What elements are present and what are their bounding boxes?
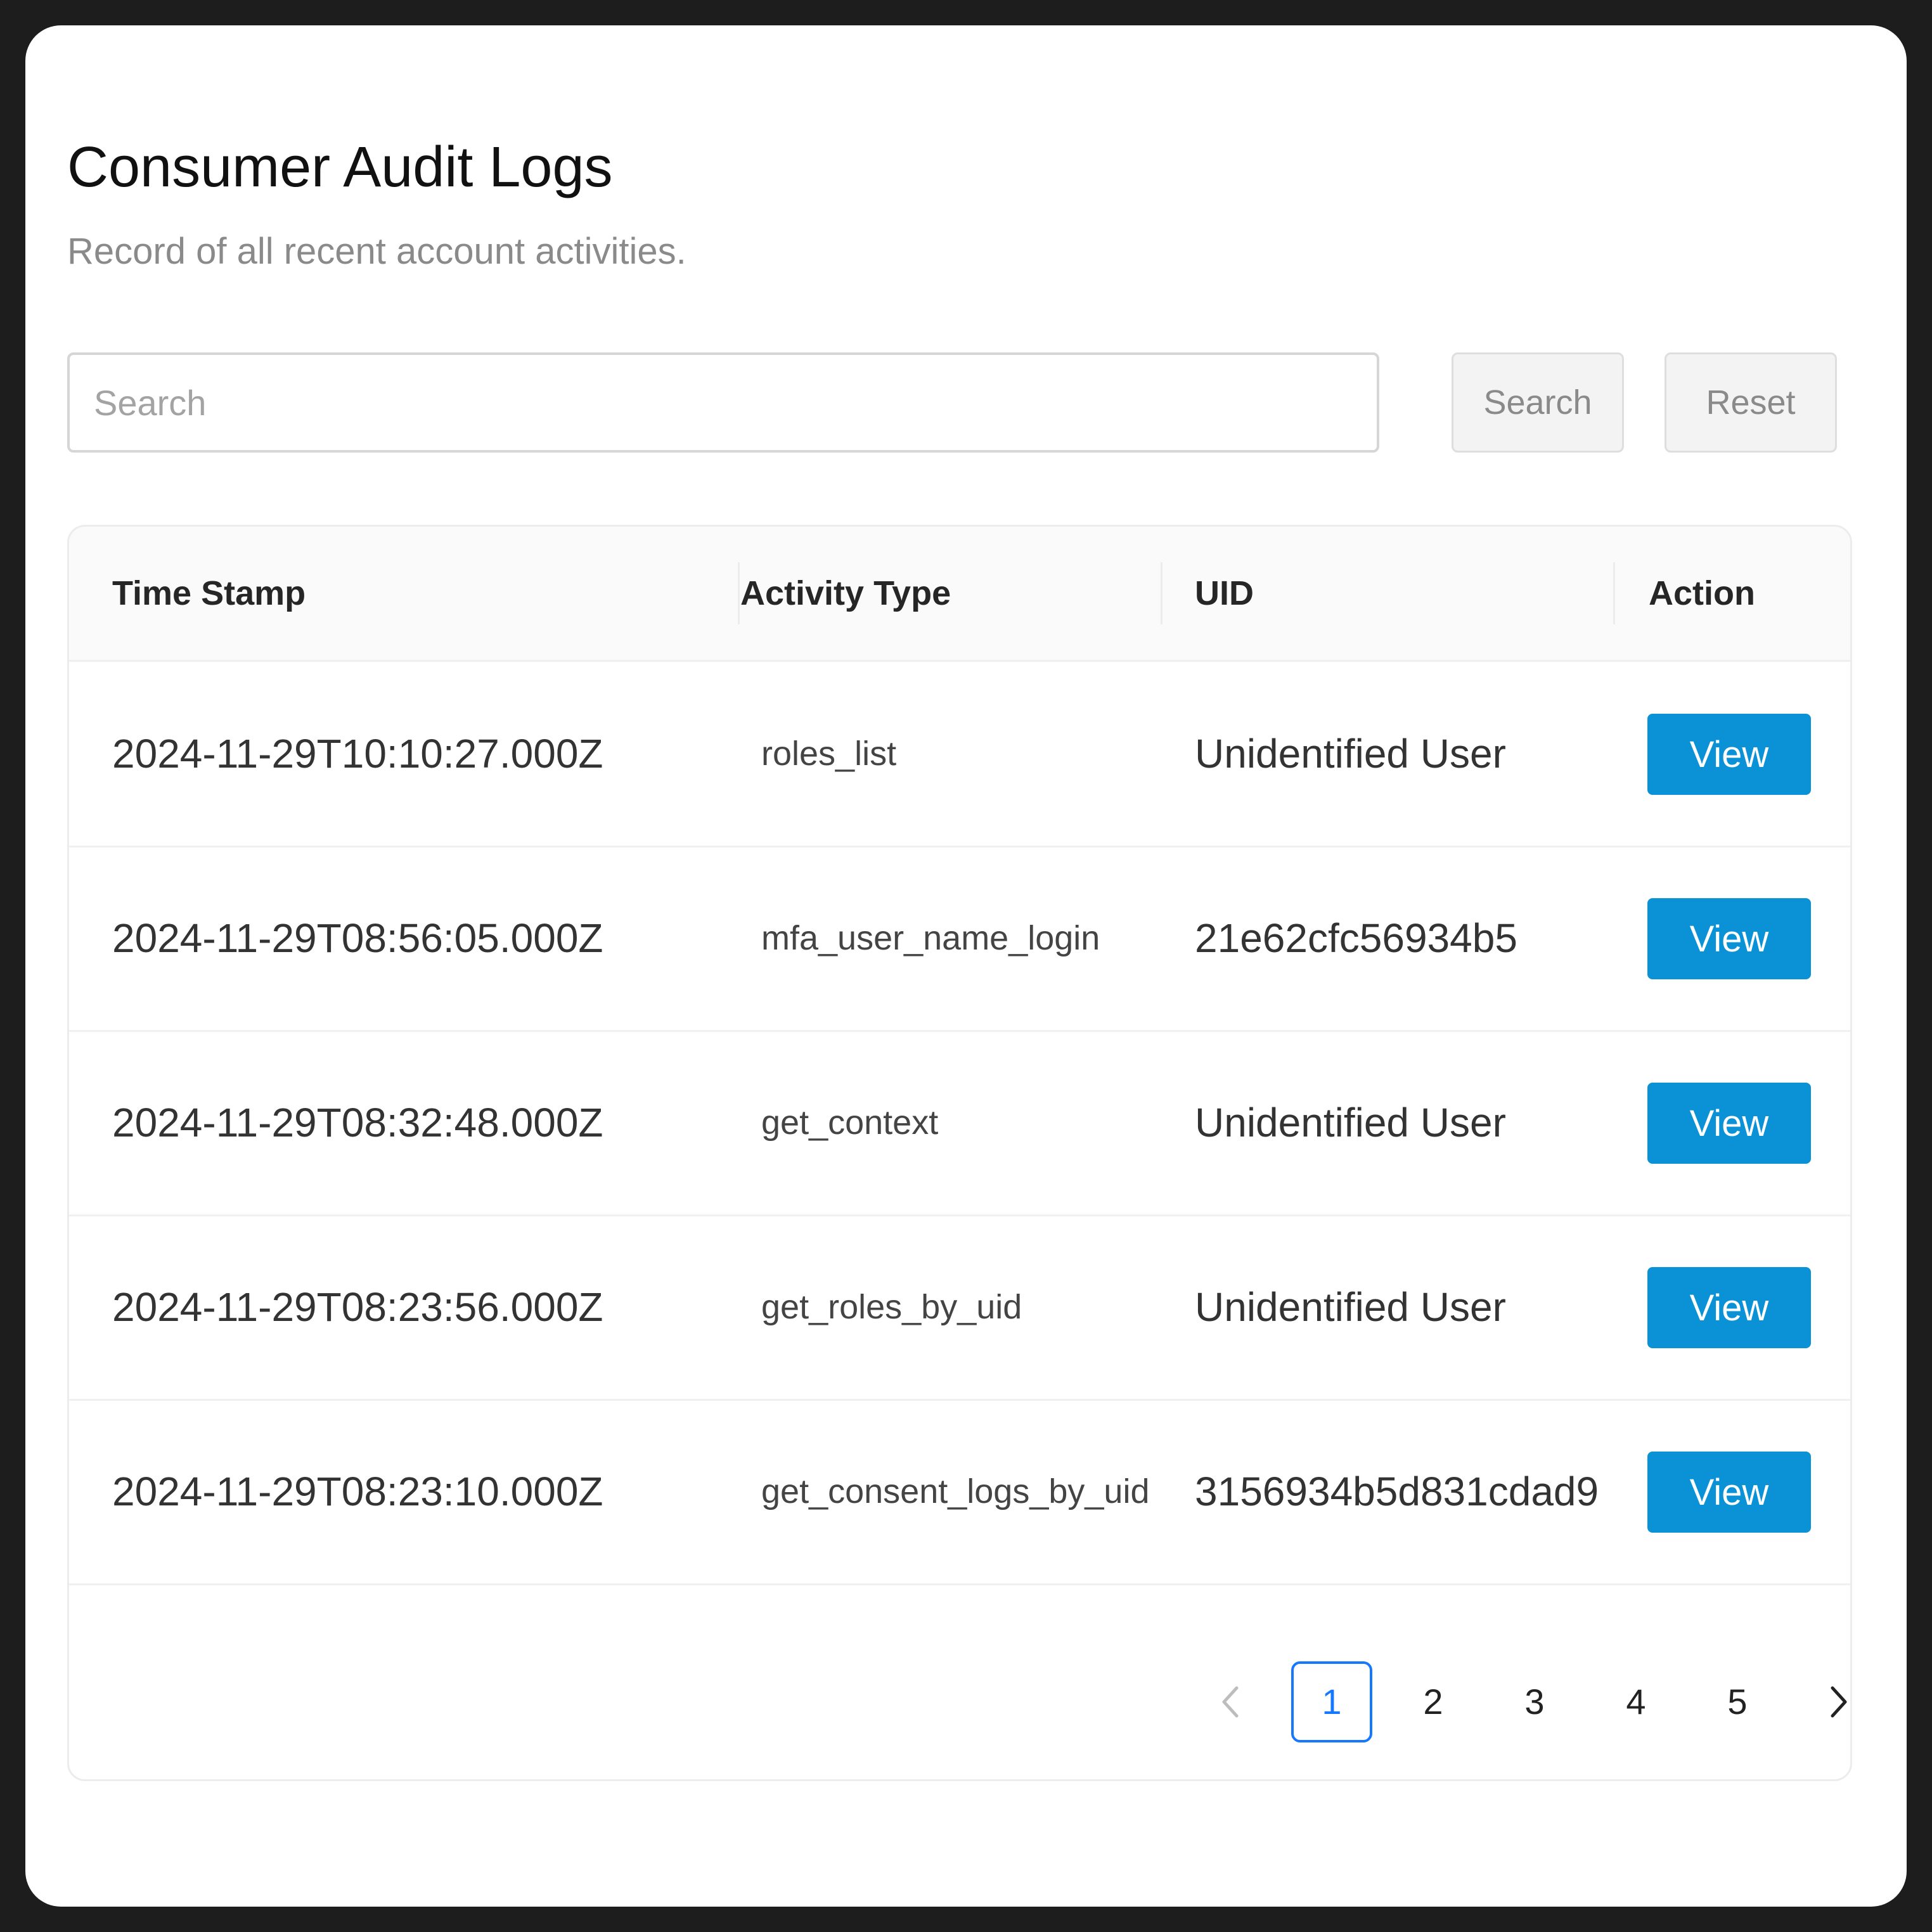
activity-type-cell: mfa_user_name_login xyxy=(761,919,1100,957)
search-input[interactable] xyxy=(67,352,1379,453)
activity-type-cell: get_context xyxy=(761,1104,939,1142)
activity-type-cell: roles_list xyxy=(761,735,897,773)
chevron-right-icon[interactable] xyxy=(1798,1661,1850,1742)
table-row: 2024-11-29T08:56:05.000Z mfa_user_name_l… xyxy=(69,846,1850,1032)
page-subtitle: Record of all recent account activities. xyxy=(67,231,686,272)
timestamp-cell: 2024-11-29T08:32:48.000Z xyxy=(112,1100,603,1145)
column-divider xyxy=(1613,562,1615,624)
timestamp-cell: 2024-11-29T08:23:10.000Z xyxy=(112,1469,603,1514)
table-row: 2024-11-29T08:32:48.000Z get_context Uni… xyxy=(69,1031,1850,1216)
table-header: Time Stamp Activity Type UID Action xyxy=(69,527,1850,662)
uid-cell: 3156934b5d831cdad9 xyxy=(1195,1469,1599,1514)
column-divider xyxy=(738,562,740,624)
page-title: Consumer Audit Logs xyxy=(67,136,613,199)
timestamp-cell: 2024-11-29T08:56:05.000Z xyxy=(112,915,603,961)
uid-cell: Unidentified User xyxy=(1195,1100,1506,1145)
column-header-timestamp: Time Stamp xyxy=(112,574,306,612)
page-button-1[interactable]: 1 xyxy=(1291,1661,1372,1742)
reset-button[interactable]: Reset xyxy=(1665,352,1837,453)
column-header-uid: UID xyxy=(1195,574,1254,612)
column-divider xyxy=(1161,562,1162,624)
view-button[interactable]: View xyxy=(1647,1083,1811,1164)
uid-cell: Unidentified User xyxy=(1195,731,1506,776)
page-button-2[interactable]: 2 xyxy=(1393,1661,1474,1742)
activity-type-cell: get_consent_logs_by_uid xyxy=(761,1472,1150,1510)
uid-cell: 21e62cfc56934b5 xyxy=(1195,915,1517,961)
view-button[interactable]: View xyxy=(1647,898,1811,979)
view-button[interactable]: View xyxy=(1647,1452,1811,1533)
chevron-left-icon[interactable] xyxy=(1190,1661,1271,1742)
column-header-action: Action xyxy=(1649,574,1755,612)
view-button[interactable]: View xyxy=(1647,714,1811,795)
app-window: Consumer Audit Logs Record of all recent… xyxy=(25,25,1907,1907)
timestamp-cell: 2024-11-29T10:10:27.000Z xyxy=(112,731,603,776)
page-button-4[interactable]: 4 xyxy=(1595,1661,1677,1742)
view-button[interactable]: View xyxy=(1647,1267,1811,1348)
page-button-5[interactable]: 5 xyxy=(1697,1661,1778,1742)
search-button[interactable]: Search xyxy=(1452,352,1624,453)
column-header-activity-type: Activity Type xyxy=(740,574,951,612)
table-row: 2024-11-29T10:10:27.000Z roles_list Unid… xyxy=(69,662,1850,847)
table-row: 2024-11-29T08:23:56.000Z get_roles_by_ui… xyxy=(69,1215,1850,1401)
timestamp-cell: 2024-11-29T08:23:56.000Z xyxy=(112,1284,603,1330)
page-button-3[interactable]: 3 xyxy=(1494,1661,1575,1742)
audit-log-table: Time Stamp Activity Type UID Action 2024… xyxy=(67,525,1852,1781)
uid-cell: Unidentified User xyxy=(1195,1284,1506,1330)
activity-type-cell: get_roles_by_uid xyxy=(761,1288,1022,1326)
table-row: 2024-11-29T08:23:10.000Z get_consent_log… xyxy=(69,1400,1850,1585)
